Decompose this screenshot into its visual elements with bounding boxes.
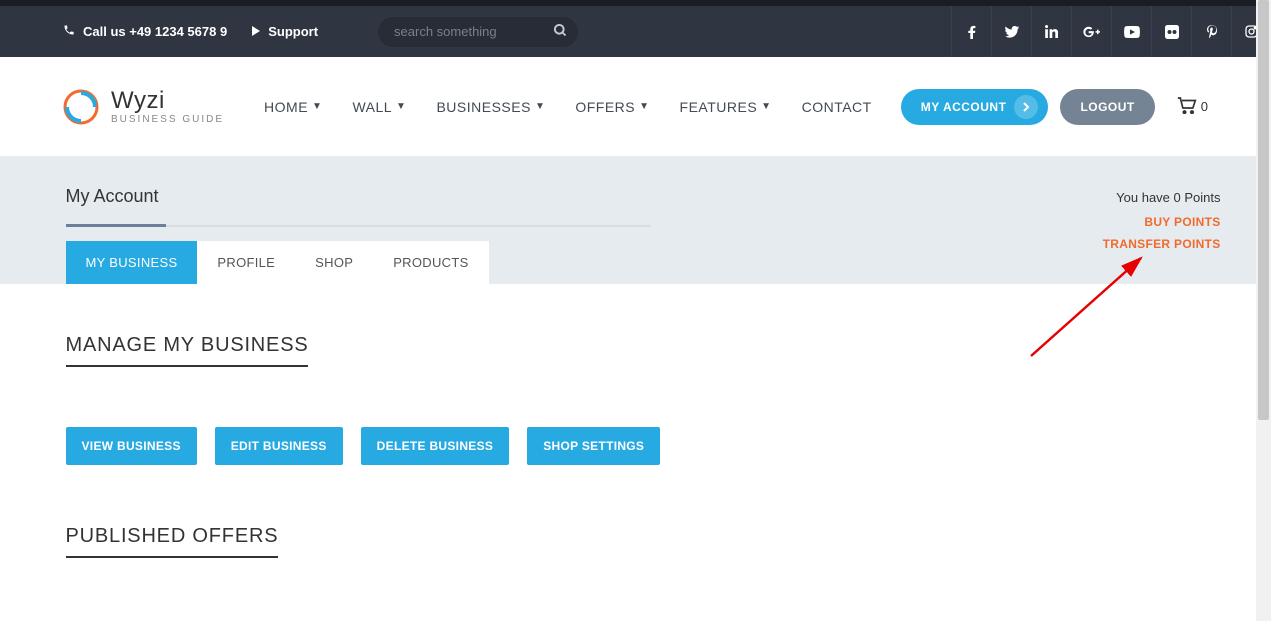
call-us-text: Call us +49 1234 5678 9: [83, 24, 227, 39]
main-nav: Wyzi BUSINESS GUIDE HOME▼ WALL▼ BUSINESS…: [0, 57, 1271, 156]
tab-profile[interactable]: PROFILE: [197, 241, 295, 284]
nav-home[interactable]: HOME▼: [264, 99, 322, 115]
social-linkedin-icon[interactable]: [1031, 6, 1071, 57]
nav-wall[interactable]: WALL▼: [352, 99, 406, 115]
tab-products[interactable]: PRODUCTS: [373, 241, 488, 284]
call-us-link[interactable]: Call us +49 1234 5678 9: [63, 24, 227, 39]
topbar-left: Call us +49 1234 5678 9 Support: [63, 17, 578, 47]
search-wrap: [378, 17, 578, 47]
tab-shop[interactable]: SHOP: [295, 241, 373, 284]
nav-offers[interactable]: OFFERS▼: [575, 99, 649, 115]
logo-icon: [63, 89, 99, 125]
social-youtube-icon[interactable]: [1111, 6, 1151, 57]
search-icon: [553, 26, 568, 41]
search-input[interactable]: [378, 17, 578, 47]
edit-business-button[interactable]: EDIT BUSINESS: [215, 427, 343, 465]
social-facebook-icon[interactable]: [951, 6, 991, 57]
brand-name: Wyzi: [111, 89, 224, 113]
delete-business-button[interactable]: DELETE BUSINESS: [361, 427, 510, 465]
published-offers-heading: PUBLISHED OFFERS: [66, 525, 279, 558]
chevron-right-icon: [1014, 95, 1038, 119]
nav-features[interactable]: FEATURES▼: [680, 99, 772, 115]
manage-business-heading: MANAGE MY BUSINESS: [66, 334, 309, 367]
shop-settings-button[interactable]: SHOP SETTINGS: [527, 427, 660, 465]
page-header: My Account You have 0 Points BUY POINTS …: [0, 156, 1271, 284]
my-account-button[interactable]: MY ACCOUNT: [901, 89, 1049, 125]
nav-contact[interactable]: CONTACT: [802, 99, 872, 115]
cart-count: 0: [1201, 99, 1208, 114]
account-tabs: MY BUSINESS PROFILE SHOP PRODUCTS: [66, 241, 1221, 284]
brand-tagline: BUSINESS GUIDE: [111, 115, 224, 125]
title-underline-active: [66, 224, 166, 227]
support-text: Support: [268, 24, 318, 39]
points-text: You have 0 Points: [1103, 186, 1221, 211]
nav-links: HOME▼ WALL▼ BUSINESSES▼ OFFERS▼ FEATURES…: [264, 99, 872, 115]
caret-down-icon: ▼: [639, 101, 649, 112]
points-box: You have 0 Points BUY POINTS TRANSFER PO…: [1103, 186, 1221, 256]
view-business-button[interactable]: VIEW BUSINESS: [66, 427, 197, 465]
cart-link[interactable]: 0: [1177, 97, 1208, 117]
nav-businesses[interactable]: BUSINESSES▼: [436, 99, 545, 115]
caret-down-icon: ▼: [312, 101, 322, 112]
social-pinterest-icon[interactable]: [1191, 6, 1231, 57]
caret-down-icon: ▼: [396, 101, 406, 112]
my-account-label: MY ACCOUNT: [921, 100, 1007, 114]
phone-icon: [63, 24, 75, 39]
caret-down-icon: ▼: [761, 101, 771, 112]
title-underline: [66, 225, 651, 227]
business-buttons-row: VIEW BUSINESS EDIT BUSINESS DELETE BUSIN…: [66, 427, 1221, 465]
caret-right-icon: [252, 24, 260, 39]
support-link[interactable]: Support: [252, 24, 318, 39]
page-title: My Account: [66, 186, 1221, 207]
cart-icon: [1177, 97, 1197, 117]
tab-my-business[interactable]: MY BUSINESS: [66, 241, 198, 284]
brand-text: Wyzi BUSINESS GUIDE: [111, 89, 224, 125]
nav-right: MY ACCOUNT LOGOUT 0: [901, 89, 1208, 125]
social-googleplus-icon[interactable]: [1071, 6, 1111, 57]
transfer-points-link[interactable]: TRANSFER POINTS: [1103, 233, 1221, 256]
buy-points-link[interactable]: BUY POINTS: [1103, 211, 1221, 234]
scrollbar-thumb[interactable]: [1258, 0, 1269, 420]
social-flickr-icon[interactable]: [1151, 6, 1191, 57]
social-row: [951, 6, 1271, 57]
content: MANAGE MY BUSINESS VIEW BUSINESS EDIT BU…: [51, 284, 1221, 618]
caret-down-icon: ▼: [535, 101, 545, 112]
social-twitter-icon[interactable]: [991, 6, 1031, 57]
scrollbar[interactable]: [1256, 0, 1271, 621]
search-button[interactable]: [553, 23, 568, 41]
logo[interactable]: Wyzi BUSINESS GUIDE: [63, 89, 224, 125]
topbar: Call us +49 1234 5678 9 Support: [0, 6, 1271, 57]
logout-button[interactable]: LOGOUT: [1060, 89, 1154, 125]
